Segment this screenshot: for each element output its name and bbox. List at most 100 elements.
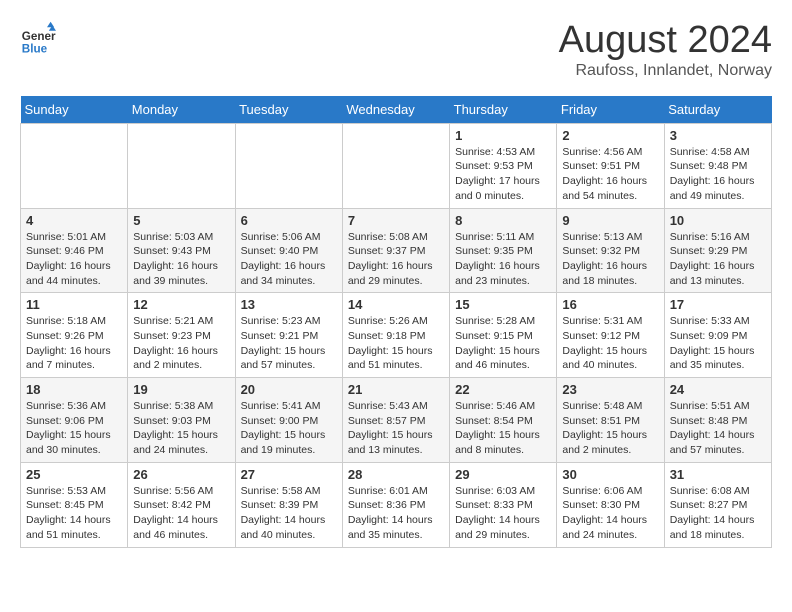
day-number: 8 — [455, 213, 551, 228]
day-number: 3 — [670, 128, 766, 143]
calendar-cell: 23 Sunrise: 5:48 AM Sunset: 8:51 PM Dayli… — [557, 378, 664, 463]
day-number: 9 — [562, 213, 658, 228]
calendar-cell: 22 Sunrise: 5:46 AM Sunset: 8:54 PM Dayli… — [450, 378, 557, 463]
day-info: Sunrise: 5:06 AM Sunset: 9:40 PM Dayligh… — [241, 230, 337, 289]
day-number: 12 — [133, 297, 229, 312]
calendar-cell: 8 Sunrise: 5:11 AM Sunset: 9:35 PM Daylig… — [450, 208, 557, 293]
calendar-cell: 21Sunrise: 5:43 AM Sunset: 8:57 PM Dayli… — [342, 378, 449, 463]
day-number: 2 — [562, 128, 658, 143]
day-info: Sunrise: 5:56 AM Sunset: 8:42 PM Dayligh… — [133, 484, 229, 543]
day-info: Sunrise: 5:41 AM Sunset: 9:00 PM Dayligh… — [241, 399, 337, 458]
weekday-header-friday: Friday — [557, 96, 664, 124]
day-info: Sunrise: 5:46 AM Sunset: 8:54 PM Dayligh… — [455, 399, 551, 458]
svg-text:General: General — [22, 30, 56, 43]
calendar-cell: 31 Sunrise: 6:08 AM Sunset: 8:27 PM Dayli… — [664, 462, 771, 547]
day-info: Sunrise: 5:23 AM Sunset: 9:21 PM Dayligh… — [241, 314, 337, 373]
day-number: 21 — [348, 382, 444, 397]
calendar-cell: 14Sunrise: 5:26 AM Sunset: 9:18 PM Dayli… — [342, 293, 449, 378]
day-number: 25 — [26, 467, 122, 482]
day-info: Sunrise: 5:36 AM Sunset: 9:06 PM Dayligh… — [26, 399, 122, 458]
day-number: 15 — [455, 297, 551, 312]
calendar-week-2: 4 Sunrise: 5:01 AM Sunset: 9:46 PM Daylig… — [21, 208, 772, 293]
day-number: 28 — [348, 467, 444, 482]
calendar-cell: 11 Sunrise: 5:18 AM Sunset: 9:26 PM Dayli… — [21, 293, 128, 378]
calendar-cell: 5 Sunrise: 5:03 AM Sunset: 9:43 PM Daylig… — [128, 208, 235, 293]
day-info: Sunrise: 5:53 AM Sunset: 8:45 PM Dayligh… — [26, 484, 122, 543]
day-number: 24 — [670, 382, 766, 397]
calendar-cell: 27 Sunrise: 5:58 AM Sunset: 8:39 PM Dayli… — [235, 462, 342, 547]
calendar-week-1: 1 Sunrise: 4:53 AM Sunset: 9:53 PM Daylig… — [21, 123, 772, 208]
day-number: 26 — [133, 467, 229, 482]
day-number: 17 — [670, 297, 766, 312]
calendar-cell: 17 Sunrise: 5:33 AM Sunset: 9:09 PM Dayli… — [664, 293, 771, 378]
day-number: 13 — [241, 297, 337, 312]
day-info: Sunrise: 5:18 AM Sunset: 9:26 PM Dayligh… — [26, 314, 122, 373]
weekday-header-thursday: Thursday — [450, 96, 557, 124]
calendar-cell — [21, 123, 128, 208]
title-block: August 2024 Raufoss, Innlandet, Norway — [559, 20, 772, 80]
calendar-cell — [128, 123, 235, 208]
calendar-week-5: 25 Sunrise: 5:53 AM Sunset: 8:45 PM Dayli… — [21, 462, 772, 547]
calendar-cell: 28 Sunrise: 6:01 AM Sunset: 8:36 PM Dayli… — [342, 462, 449, 547]
weekday-header-monday: Monday — [128, 96, 235, 124]
day-number: 16 — [562, 297, 658, 312]
day-info: Sunrise: 5:21 AM Sunset: 9:23 PM Dayligh… — [133, 314, 229, 373]
day-number: 10 — [670, 213, 766, 228]
day-number: 1 — [455, 128, 551, 143]
day-info: Sunrise: 5:48 AM Sunset: 8:51 PM Dayligh… — [562, 399, 658, 458]
calendar-cell: 13 Sunrise: 5:23 AM Sunset: 9:21 PM Dayli… — [235, 293, 342, 378]
day-info: Sunrise: 6:08 AM Sunset: 8:27 PM Dayligh… — [670, 484, 766, 543]
day-info: Sunrise: 6:06 AM Sunset: 8:30 PM Dayligh… — [562, 484, 658, 543]
day-number: 7 — [348, 213, 444, 228]
day-number: 29 — [455, 467, 551, 482]
calendar-cell — [235, 123, 342, 208]
day-info: Sunrise: 6:01 AM Sunset: 8:36 PM Dayligh… — [348, 484, 444, 543]
day-info: Sunrise: 5:03 AM Sunset: 9:43 PM Dayligh… — [133, 230, 229, 289]
day-info: Sunrise: 4:56 AM Sunset: 9:51 PM Dayligh… — [562, 145, 658, 204]
calendar-week-4: 18Sunrise: 5:36 AM Sunset: 9:06 PM Dayli… — [21, 378, 772, 463]
day-info: Sunrise: 5:38 AM Sunset: 9:03 PM Dayligh… — [133, 399, 229, 458]
header: General Blue August 2024 Raufoss, Innlan… — [20, 20, 772, 80]
calendar-cell: 15 Sunrise: 5:28 AM Sunset: 9:15 PM Dayli… — [450, 293, 557, 378]
calendar-cell: 26 Sunrise: 5:56 AM Sunset: 8:42 PM Dayli… — [128, 462, 235, 547]
weekday-header-wednesday: Wednesday — [342, 96, 449, 124]
day-info: Sunrise: 5:16 AM Sunset: 9:29 PM Dayligh… — [670, 230, 766, 289]
calendar-cell: 12 Sunrise: 5:21 AM Sunset: 9:23 PM Dayli… — [128, 293, 235, 378]
day-number: 22 — [455, 382, 551, 397]
day-number: 6 — [241, 213, 337, 228]
calendar-cell: 7Sunrise: 5:08 AM Sunset: 9:37 PM Daylig… — [342, 208, 449, 293]
day-number: 11 — [26, 297, 122, 312]
day-info: Sunrise: 4:53 AM Sunset: 9:53 PM Dayligh… — [455, 145, 551, 204]
day-info: Sunrise: 5:11 AM Sunset: 9:35 PM Dayligh… — [455, 230, 551, 289]
calendar-cell: 1 Sunrise: 4:53 AM Sunset: 9:53 PM Daylig… — [450, 123, 557, 208]
calendar-subtitle: Raufoss, Innlandet, Norway — [559, 62, 772, 80]
calendar-cell: 24 Sunrise: 5:51 AM Sunset: 8:48 PM Dayli… — [664, 378, 771, 463]
calendar-cell: 10 Sunrise: 5:16 AM Sunset: 9:29 PM Dayli… — [664, 208, 771, 293]
calendar-cell: 9 Sunrise: 5:13 AM Sunset: 9:32 PM Daylig… — [557, 208, 664, 293]
calendar-cell — [342, 123, 449, 208]
day-number: 31 — [670, 467, 766, 482]
calendar-cell: 6 Sunrise: 5:06 AM Sunset: 9:40 PM Daylig… — [235, 208, 342, 293]
day-info: Sunrise: 5:31 AM Sunset: 9:12 PM Dayligh… — [562, 314, 658, 373]
logo: General Blue — [20, 20, 56, 56]
day-info: Sunrise: 5:58 AM Sunset: 8:39 PM Dayligh… — [241, 484, 337, 543]
day-number: 5 — [133, 213, 229, 228]
calendar-cell: 30Sunrise: 6:06 AM Sunset: 8:30 PM Dayli… — [557, 462, 664, 547]
day-info: Sunrise: 5:01 AM Sunset: 9:46 PM Dayligh… — [26, 230, 122, 289]
day-info: Sunrise: 5:33 AM Sunset: 9:09 PM Dayligh… — [670, 314, 766, 373]
day-info: Sunrise: 5:51 AM Sunset: 8:48 PM Dayligh… — [670, 399, 766, 458]
day-number: 20 — [241, 382, 337, 397]
day-info: Sunrise: 5:13 AM Sunset: 9:32 PM Dayligh… — [562, 230, 658, 289]
calendar-cell: 3Sunrise: 4:58 AM Sunset: 9:48 PM Daylig… — [664, 123, 771, 208]
day-info: Sunrise: 5:28 AM Sunset: 9:15 PM Dayligh… — [455, 314, 551, 373]
calendar-cell: 18Sunrise: 5:36 AM Sunset: 9:06 PM Dayli… — [21, 378, 128, 463]
calendar-week-3: 11 Sunrise: 5:18 AM Sunset: 9:26 PM Dayli… — [21, 293, 772, 378]
day-number: 27 — [241, 467, 337, 482]
weekday-header-saturday: Saturday — [664, 96, 771, 124]
day-number: 4 — [26, 213, 122, 228]
calendar-title: August 2024 — [559, 20, 772, 62]
day-number: 23 — [562, 382, 658, 397]
calendar-cell: 29 Sunrise: 6:03 AM Sunset: 8:33 PM Dayli… — [450, 462, 557, 547]
calendar-cell: 16 Sunrise: 5:31 AM Sunset: 9:12 PM Dayli… — [557, 293, 664, 378]
day-info: Sunrise: 6:03 AM Sunset: 8:33 PM Dayligh… — [455, 484, 551, 543]
